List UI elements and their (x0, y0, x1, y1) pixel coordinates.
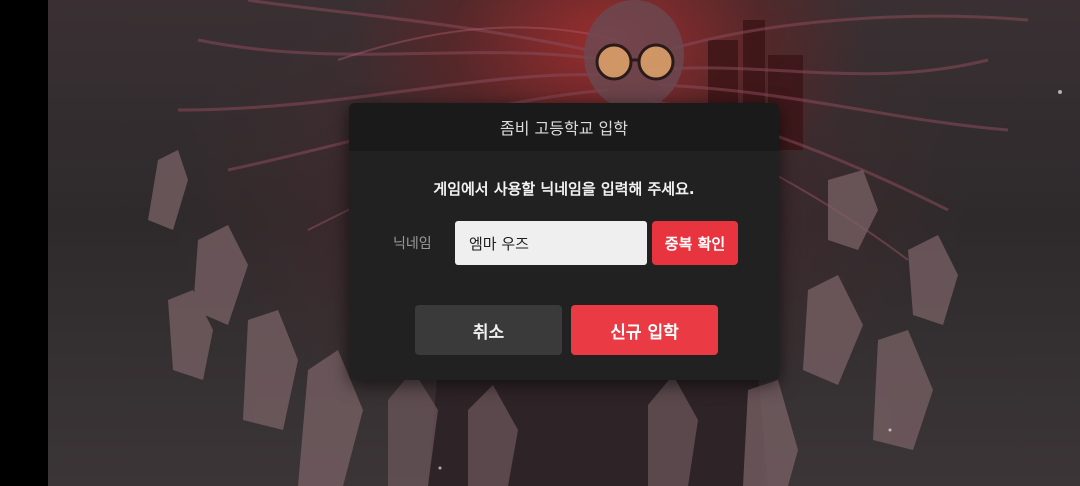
dialog-title: 좀비 고등학교 입학 (500, 119, 628, 138)
game-screen: 좀비 고등학교 입학 게임에서 사용할 닉네임을 입력해 주세요. 닉네임 중복… (0, 0, 1080, 486)
dialog-header: 좀비 고등학교 입학 (349, 103, 779, 151)
left-inset-bar (0, 0, 48, 486)
nickname-dialog: 좀비 고등학교 입학 게임에서 사용할 닉네임을 입력해 주세요. 닉네임 중복… (349, 103, 779, 380)
dialog-message: 게임에서 사용할 닉네임을 입력해 주세요. (433, 180, 695, 198)
nickname-input[interactable] (455, 221, 647, 265)
cancel-button[interactable]: 취소 (415, 305, 562, 355)
nickname-label: 닉네임 (393, 236, 432, 252)
new-enrollment-button[interactable]: 신규 입학 (571, 305, 718, 355)
duplicate-check-button[interactable]: 중복 확인 (652, 221, 738, 265)
